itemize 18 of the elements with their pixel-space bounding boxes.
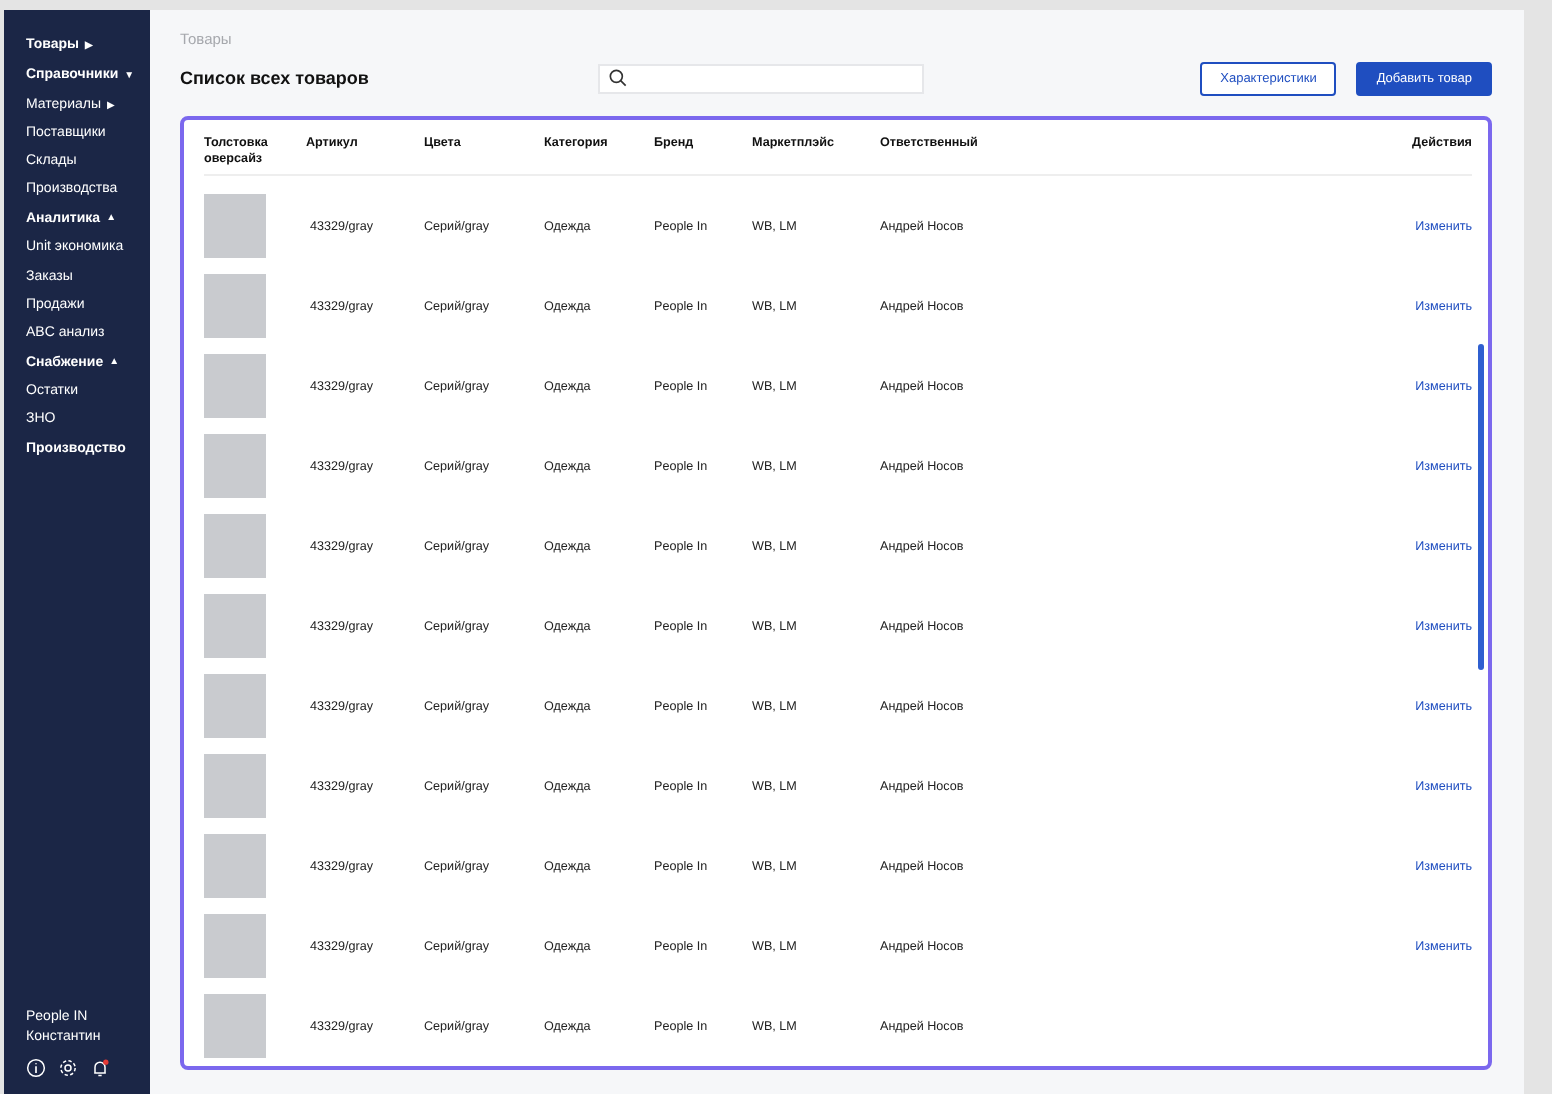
photo-placeholder	[204, 674, 266, 738]
search-icon	[608, 68, 628, 88]
info-icon[interactable]	[26, 1058, 46, 1078]
bell-icon[interactable]	[90, 1058, 110, 1078]
photo-placeholder	[204, 994, 266, 1058]
search-field[interactable]	[598, 63, 924, 93]
photo-placeholder	[204, 754, 266, 818]
photo-placeholder	[204, 594, 266, 658]
photo-placeholder	[204, 834, 266, 898]
photo-placeholder	[204, 434, 266, 498]
photo-placeholder	[204, 354, 266, 418]
photo-placeholder	[204, 514, 266, 578]
photo-placeholder	[204, 914, 266, 978]
photo-placeholder	[204, 194, 266, 258]
scrollbar[interactable]	[1478, 344, 1484, 670]
settings-icon[interactable]	[58, 1058, 78, 1078]
page-title: Список всех товаров	[180, 68, 371, 88]
photo-placeholder	[204, 274, 266, 338]
